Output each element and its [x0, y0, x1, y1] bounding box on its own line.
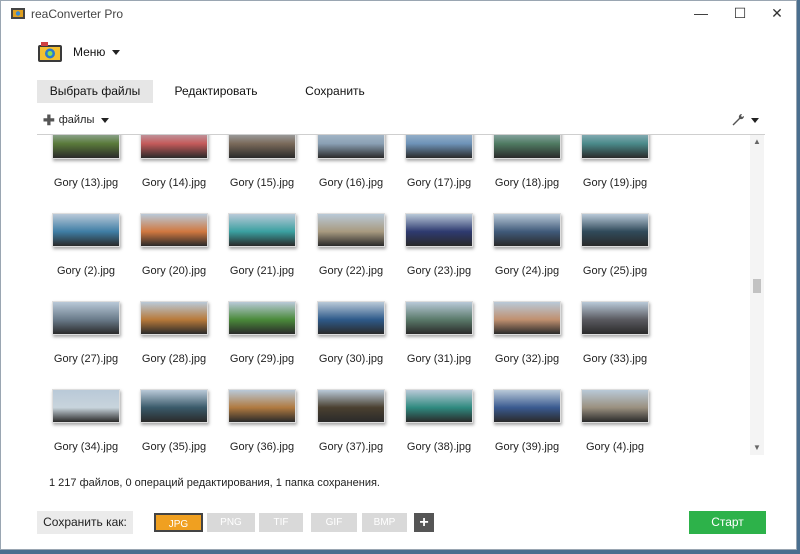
thumbnail-image[interactable] [317, 213, 385, 247]
thumbnail-image[interactable] [493, 213, 561, 247]
file-name-label: Gory (34).jpg [53, 441, 119, 453]
file-gallery: Gory (13).jpg Gory (14).jpg Gory (15).jpg G… [37, 135, 749, 455]
title-bar: reaConverter Pro — ☐ ✕ [1, 1, 796, 27]
add-format-button[interactable]: + [414, 513, 434, 532]
start-button[interactable]: Старт [689, 511, 766, 534]
menu-logo-icon[interactable] [37, 41, 63, 63]
file-name-label: Gory (22).jpg [318, 265, 384, 277]
minimize-button[interactable]: — [684, 1, 718, 25]
menu-button[interactable]: Меню [73, 45, 121, 59]
file-name-label: Gory (36).jpg [229, 441, 295, 453]
file-name-label: Gory (38).jpg [406, 441, 472, 453]
thumbnail-image[interactable] [140, 213, 208, 247]
thumbnail-image[interactable] [140, 301, 208, 335]
chevron-down-icon [751, 117, 759, 123]
file-name-label: Gory (17).jpg [406, 177, 472, 189]
file-name-label: Gory (13).jpg [53, 177, 119, 189]
thumbnail-image[interactable] [228, 301, 296, 335]
thumbnail-image[interactable] [140, 389, 208, 423]
menu-label: Меню [73, 45, 106, 59]
thumbnail-image[interactable] [581, 135, 649, 159]
chevron-down-icon [112, 49, 121, 55]
thumbnail-image[interactable] [405, 301, 473, 335]
thumbnail-image[interactable] [52, 301, 120, 335]
format-jpg-button[interactable]: JPG [154, 513, 203, 532]
scroll-thumb[interactable] [753, 279, 761, 293]
file-name-label: Gory (32).jpg [494, 353, 560, 365]
thumbnail-image[interactable] [228, 213, 296, 247]
status-text: 1 217 файлов, 0 операций редактирования,… [49, 477, 380, 489]
thumbnail-image[interactable] [405, 389, 473, 423]
thumbnail-image[interactable] [52, 213, 120, 247]
thumbnail-image[interactable] [228, 389, 296, 423]
tab-save[interactable]: Сохранить [297, 80, 373, 103]
thumbnail-image[interactable] [317, 135, 385, 159]
app-window: reaConverter Pro — ☐ ✕ Меню Выбрать файл… [0, 0, 797, 550]
thumbnail-image[interactable] [317, 389, 385, 423]
thumbnail-image[interactable] [493, 301, 561, 335]
file-name-label: Gory (35).jpg [141, 441, 207, 453]
thumbnail-image[interactable] [581, 301, 649, 335]
files-toolbar: ✚ файлы [37, 111, 765, 133]
maximize-button[interactable]: ☐ [723, 1, 757, 25]
file-name-label: Gory (30).jpg [318, 353, 384, 365]
thumbnail-image[interactable] [581, 213, 649, 247]
tab-edit[interactable]: Редактировать [171, 80, 261, 103]
thumbnail-image[interactable] [405, 135, 473, 159]
thumbnail-image[interactable] [405, 213, 473, 247]
thumbnail-image[interactable] [581, 389, 649, 423]
file-name-label: Gory (37).jpg [318, 441, 384, 453]
files-label: файлы [58, 114, 95, 126]
file-name-label: Gory (16).jpg [318, 177, 384, 189]
window-title: reaConverter Pro [31, 7, 124, 21]
scroll-down-icon[interactable]: ▼ [752, 443, 762, 453]
settings-button[interactable] [731, 113, 759, 127]
thumbnail-image[interactable] [317, 301, 385, 335]
file-name-label: Gory (23).jpg [406, 265, 472, 277]
format-bmp-button[interactable]: BMP [362, 513, 407, 532]
chevron-down-icon [101, 117, 110, 123]
scroll-up-icon[interactable]: ▲ [752, 137, 762, 147]
file-name-label: Gory (4).jpg [585, 441, 645, 453]
file-name-label: Gory (21).jpg [229, 265, 295, 277]
app-icon [11, 8, 25, 19]
file-name-label: Gory (28).jpg [141, 353, 207, 365]
thumbnail-image[interactable] [493, 135, 561, 159]
file-name-label: Gory (31).jpg [406, 353, 472, 365]
file-name-label: Gory (25).jpg [582, 265, 648, 277]
close-button[interactable]: ✕ [760, 1, 794, 25]
save-as-label: Сохранить как: [37, 511, 133, 534]
tab-select-files[interactable]: Выбрать файлы [37, 80, 153, 103]
file-name-label: Gory (19).jpg [582, 177, 648, 189]
gallery-scrollbar[interactable]: ▲ ▼ [750, 135, 764, 455]
thumbnail-image[interactable] [228, 135, 296, 159]
file-name-label: Gory (20).jpg [141, 265, 207, 277]
format-tif-button[interactable]: TIF [259, 513, 303, 532]
file-name-label: Gory (33).jpg [582, 353, 648, 365]
thumbnail-image[interactable] [140, 135, 208, 159]
file-name-label: Gory (29).jpg [229, 353, 295, 365]
file-name-label: Gory (24).jpg [494, 265, 560, 277]
thumbnail-image[interactable] [52, 389, 120, 423]
thumbnail-image[interactable] [52, 135, 120, 159]
file-name-label: Gory (18).jpg [494, 177, 560, 189]
format-gif-button[interactable]: GIF [311, 513, 357, 532]
file-name-label: Gory (2).jpg [56, 265, 116, 277]
wrench-icon [732, 113, 745, 126]
plus-icon: ✚ [43, 112, 55, 128]
add-files-button[interactable]: ✚ файлы [43, 112, 110, 128]
file-name-label: Gory (14).jpg [141, 177, 207, 189]
file-name-label: Gory (39).jpg [494, 441, 560, 453]
file-name-label: Gory (15).jpg [229, 177, 295, 189]
format-png-button[interactable]: PNG [207, 513, 255, 532]
file-name-label: Gory (27).jpg [53, 353, 119, 365]
thumbnail-image[interactable] [493, 389, 561, 423]
